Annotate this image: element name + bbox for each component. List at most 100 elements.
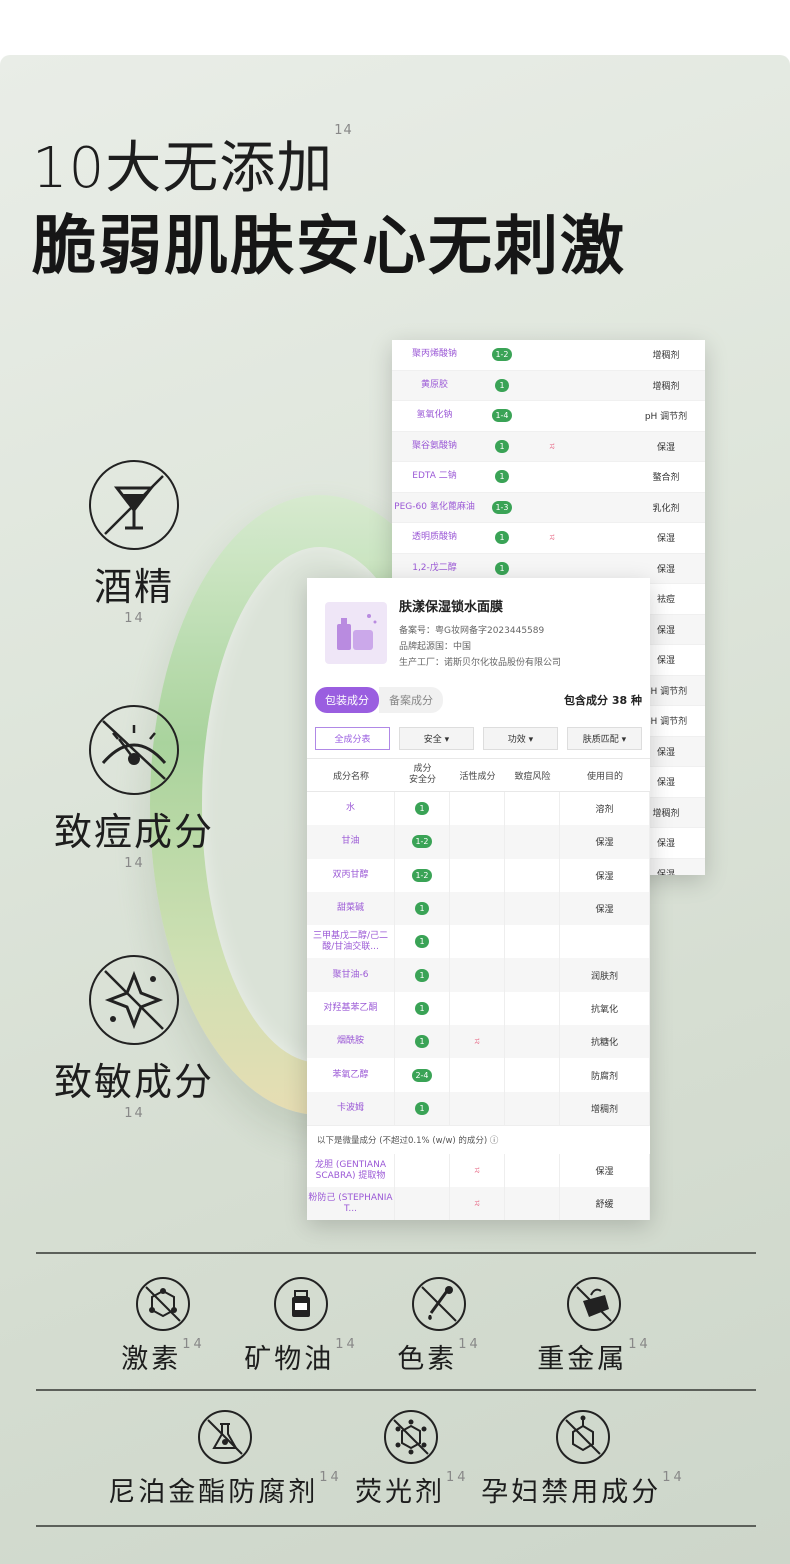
table-row: 卡波姆 1 增稠剂 bbox=[307, 1091, 650, 1125]
active-cell bbox=[450, 825, 505, 859]
ingredient-name: 聚丙烯酸钠 bbox=[411, 349, 457, 360]
filter-all[interactable]: 全成分表 bbox=[315, 727, 390, 750]
col-acne: 致痘风险 bbox=[514, 771, 551, 782]
left-item-acne: 致痘成分14 bbox=[48, 705, 220, 900]
micro-ingredient-note: 以下是微量成分 (不超过0.1% (w/w) 的成分) ⓘ bbox=[307, 1124, 650, 1154]
dropper-icon bbox=[412, 1277, 466, 1331]
safety-cell: 1-2 bbox=[477, 348, 527, 362]
bottom-item-fluorescent: 荧光剂14 bbox=[355, 1410, 467, 1509]
active-cell: ಸ bbox=[450, 1187, 505, 1220]
ingredient-name: EDTA 二钠 bbox=[412, 471, 457, 482]
table-row: 氢氧化钠 1-4 pH 调节剂 bbox=[392, 401, 705, 432]
safety-score-badge: 1-3 bbox=[492, 500, 512, 514]
ingredient-rows: 水 1 溶剂 甘油 1-2 保湿 双丙甘醇 1-2 保湿 甜菜碱 1 保湿 三甲基戊二醇/己二酸/甘油交… bbox=[307, 792, 650, 1125]
safety-cell: 1 bbox=[395, 925, 450, 959]
tab-record-ingredients[interactable]: 备案成分 bbox=[379, 687, 443, 713]
active-cell bbox=[450, 925, 505, 959]
gauge-icon bbox=[89, 705, 179, 795]
acne-cell bbox=[505, 1153, 560, 1188]
ingredient-name: 三甲基戊二醇/己二酸/甘油交联... bbox=[307, 925, 395, 959]
flask-icon bbox=[198, 1410, 252, 1464]
purpose-cell: 溶剂 bbox=[560, 792, 650, 826]
ingredient-name: 黄原胶 bbox=[420, 379, 448, 390]
metal-bucket-icon bbox=[567, 1277, 621, 1331]
table-row: 聚丙烯酸钠 1-2 增稠剂 bbox=[392, 340, 705, 371]
safety-cell: 1 bbox=[395, 1025, 450, 1059]
ingredient-name: 1,2-戊二醇 bbox=[412, 562, 457, 573]
ingredient-name: 粉防己 (STEPHANIA T... bbox=[307, 1187, 395, 1220]
purpose-cell: pH 调节剂 bbox=[644, 412, 688, 423]
active-cell: ಸ bbox=[450, 1025, 505, 1059]
ingredient-name: 龙胆 (GENTIANA SCABRA) 提取物 bbox=[307, 1153, 395, 1188]
ingredient-name: 水 bbox=[307, 792, 395, 826]
ingredient-count: 包含成分 38 种 bbox=[564, 694, 642, 707]
safety-cell: 1-2 bbox=[395, 858, 450, 892]
acne-cell bbox=[505, 1025, 560, 1059]
acne-cell bbox=[505, 925, 560, 959]
ingredient-name: 聚谷氨酸钠 bbox=[411, 440, 457, 451]
table-row: EDTA 二钠 1 螯合剂 bbox=[392, 462, 705, 493]
page-canvas: 10大无添加14 脆弱肌肤安心无刺激 酒精14 致痘成分14 致敏成分14 聚丙… bbox=[0, 55, 790, 1564]
filter-effect[interactable]: 功效 ▾ bbox=[483, 727, 558, 750]
safety-score-badge: 1 bbox=[415, 1101, 429, 1115]
acne-cell bbox=[505, 1058, 560, 1092]
col-purpose: 使用目的 bbox=[586, 771, 623, 782]
purpose-cell: 螯合剂 bbox=[652, 473, 680, 484]
safety-cell: 1 bbox=[395, 1091, 450, 1125]
table-row: 苯氧乙醇 2-4 防腐剂 bbox=[307, 1058, 650, 1092]
purpose-cell: 抗氧化 bbox=[560, 991, 650, 1026]
purpose-cell: 增稠剂 bbox=[652, 381, 680, 392]
active-cell: ಸ bbox=[450, 1153, 505, 1188]
ingredient-name: 聚甘油-6 bbox=[307, 958, 395, 992]
safety-score-badge: 1 bbox=[495, 439, 509, 453]
active-cell bbox=[450, 891, 505, 926]
safety-cell: 1-3 bbox=[477, 500, 527, 514]
table-row: 水 1 溶剂 bbox=[307, 792, 650, 826]
purpose-cell bbox=[560, 925, 650, 959]
filter-skin-type[interactable]: 肤质匹配 ▾ bbox=[567, 727, 642, 750]
table-row: 三甲基戊二醇/己二酸/甘油交联... 1 bbox=[307, 925, 650, 959]
filter-bar: 全成分表 安全 ▾ 功效 ▾ 肤质匹配 ▾ bbox=[307, 717, 650, 758]
sparkle-icon bbox=[89, 955, 179, 1045]
table-row: 双丙甘醇 1-2 保湿 bbox=[307, 858, 650, 892]
heading-line1: 10大无添加14 bbox=[32, 123, 353, 201]
acne-cell bbox=[505, 1091, 560, 1125]
safety-score-badge: 1 bbox=[415, 935, 429, 949]
safety-cell: 1 bbox=[477, 378, 527, 392]
safety-score-badge: 1 bbox=[415, 902, 429, 916]
safety-cell: 1 bbox=[395, 991, 450, 1026]
molecule-icon bbox=[136, 1277, 190, 1331]
active-cell bbox=[450, 792, 505, 826]
tab-package-ingredients[interactable]: 包装成分 bbox=[315, 687, 379, 713]
safety-score-badge: 1 bbox=[495, 531, 509, 545]
fluorescent-icon bbox=[384, 1410, 438, 1464]
safety-cell: 1-2 bbox=[395, 825, 450, 859]
purpose-cell: 舒缓 bbox=[560, 1187, 650, 1220]
purpose-cell: 保湿 bbox=[560, 1153, 650, 1188]
active-cell bbox=[450, 1091, 505, 1125]
safety-cell: 1 bbox=[395, 958, 450, 992]
safety-score-badge: 1-2 bbox=[412, 868, 432, 882]
purpose-cell: 防腐剂 bbox=[560, 1058, 650, 1092]
ingredient-name: 卡波姆 bbox=[307, 1091, 395, 1125]
acne-cell bbox=[505, 991, 560, 1026]
acne-cell bbox=[505, 891, 560, 926]
active-cell: ಸ bbox=[549, 440, 555, 452]
ingredient-name: 透明质酸钠 bbox=[411, 532, 457, 543]
filter-safety[interactable]: 安全 ▾ bbox=[399, 727, 474, 750]
table-row: 烟酰胺 1 ಸ 抗糖化 bbox=[307, 1025, 650, 1059]
acne-cell bbox=[505, 825, 560, 859]
table-row: 对羟基苯乙酮 1 抗氧化 bbox=[307, 991, 650, 1026]
active-cell bbox=[450, 991, 505, 1026]
product-factory: 生产工厂：诺斯贝尔化妆品股份有限公司 bbox=[399, 658, 562, 668]
left-item-alcohol: 酒精14 bbox=[88, 460, 180, 655]
heading-line2: 脆弱肌肤安心无刺激 bbox=[32, 210, 626, 284]
product-origin: 品牌起源国：中国 bbox=[399, 642, 472, 652]
product-ingredient-card: 肤漾保湿锁水面膜 备案号：粤G妆网备字2023445589 品牌起源国：中国 生… bbox=[307, 578, 650, 1220]
table-row: 粉防己 (STEPHANIA T... ಸ 舒缓 bbox=[307, 1187, 650, 1220]
safety-cell: 1 bbox=[395, 891, 450, 926]
col-safety: 成分 安全分 bbox=[408, 764, 436, 785]
ingredient-name: 对羟基苯乙酮 bbox=[307, 991, 395, 1026]
ingredient-name: 甜菜碱 bbox=[307, 891, 395, 926]
safety-score-badge: 1 bbox=[495, 378, 509, 392]
